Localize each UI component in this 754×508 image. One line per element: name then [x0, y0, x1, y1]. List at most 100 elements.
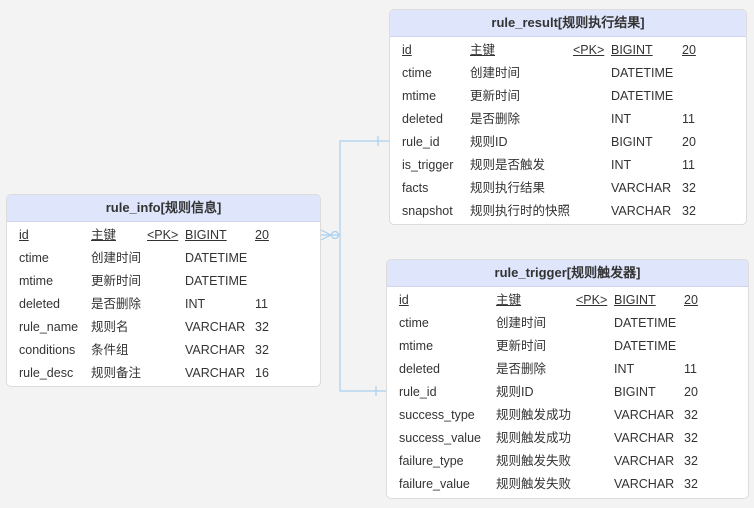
- table-rule-info[interactable]: rule_info[规则信息] id 主键 <PK> BIGINT 20 ctime 创建时…: [6, 194, 321, 387]
- column-type: DATETIME: [614, 339, 677, 353]
- table-rule-result[interactable]: rule_result[规则执行结果] id 主键 <PK> BIGINT 20 ctim…: [389, 9, 747, 225]
- column-row[interactable]: deleted 是否删除 INT 11: [387, 358, 748, 381]
- column-length: 32: [684, 454, 698, 468]
- column-type: VARCHAR: [185, 366, 246, 380]
- column-type: VARCHAR: [614, 408, 675, 422]
- column-name: failure_type: [399, 454, 464, 468]
- column-row[interactable]: facts 规则执行结果 VARCHAR 32: [390, 177, 746, 200]
- column-row[interactable]: failure_type 规则触发失败 VARCHAR 32: [387, 450, 748, 473]
- table-rule-trigger[interactable]: rule_trigger[规则触发器] id 主键 <PK> BIGINT 20 ctim…: [386, 259, 749, 499]
- column-list: id 主键 <PK> BIGINT 20 ctime 创建时间 DATETIME mtime 更新…: [7, 222, 320, 385]
- column-type: INT: [614, 362, 635, 376]
- er-diagram-canvas: rule_info[规则信息] id 主键 <PK> BIGINT 20 ctime 创建时…: [0, 0, 754, 508]
- column-type: BIGINT: [614, 293, 656, 307]
- column-type: BIGINT: [185, 228, 227, 242]
- column-name: id: [402, 43, 412, 57]
- column-comment: 更新时间: [470, 89, 521, 103]
- column-name: mtime: [402, 89, 437, 103]
- column-length: 32: [255, 320, 269, 334]
- column-length: 20: [684, 293, 698, 307]
- column-row[interactable]: rule_id 规则ID BIGINT 20: [387, 381, 748, 404]
- column-row[interactable]: deleted 是否删除 INT 11: [390, 108, 746, 131]
- column-type: DATETIME: [185, 274, 248, 288]
- column-name: is_trigger: [402, 158, 454, 172]
- column-row[interactable]: id 主键 <PK> BIGINT 20: [387, 289, 748, 312]
- column-row[interactable]: success_type 规则触发成功 VARCHAR 32: [387, 404, 748, 427]
- column-row[interactable]: snapshot 规则执行时的快照 VARCHAR 32: [390, 200, 746, 223]
- column-comment: 规则触发成功: [496, 408, 572, 422]
- column-comment: 更新时间: [496, 339, 547, 353]
- column-type: INT: [185, 297, 206, 311]
- table-title: rule_trigger[规则触发器]: [387, 260, 748, 287]
- column-type: VARCHAR: [614, 454, 675, 468]
- column-comment: 条件组: [91, 343, 129, 357]
- zero-marker: [330, 230, 340, 240]
- column-length: 16: [255, 366, 269, 380]
- column-name: conditions: [19, 343, 76, 357]
- column-name: deleted: [399, 362, 441, 376]
- column-type: VARCHAR: [611, 181, 672, 195]
- column-row[interactable]: id 主键 <PK> BIGINT 20: [7, 224, 320, 247]
- column-name: ctime: [402, 66, 432, 80]
- column-type: VARCHAR: [614, 477, 675, 491]
- column-comment: 主键: [470, 43, 496, 57]
- column-row[interactable]: conditions 条件组 VARCHAR 32: [7, 339, 320, 362]
- column-name: facts: [402, 181, 429, 195]
- relation-line-rule-result: [321, 140, 390, 236]
- column-name: rule_id: [402, 135, 440, 149]
- column-length: 11: [255, 297, 268, 311]
- column-name: mtime: [399, 339, 434, 353]
- column-type: BIGINT: [611, 135, 653, 149]
- column-comment: 规则执行时的快照: [470, 204, 571, 218]
- column-row[interactable]: rule_desc 规则备注 VARCHAR 16: [7, 362, 320, 385]
- column-row[interactable]: id 主键 <PK> BIGINT 20: [390, 39, 746, 62]
- column-comment: 规则ID: [470, 135, 508, 149]
- column-type: DATETIME: [611, 66, 674, 80]
- column-comment: 更新时间: [91, 274, 142, 288]
- column-length: 20: [255, 228, 269, 242]
- column-comment: 创建时间: [496, 316, 547, 330]
- column-type: VARCHAR: [611, 204, 672, 218]
- column-name: rule_name: [19, 320, 79, 334]
- column-type: VARCHAR: [185, 320, 246, 334]
- column-key: <PK>: [573, 43, 605, 57]
- column-length: 20: [682, 43, 696, 57]
- column-row[interactable]: ctime 创建时间 DATETIME: [390, 62, 746, 85]
- column-comment: 规则名: [91, 320, 129, 334]
- column-comment: 规则执行结果: [470, 181, 546, 195]
- column-row[interactable]: deleted 是否删除 INT 11: [7, 293, 320, 316]
- column-list: id 主键 <PK> BIGINT 20 ctime 创建时间 DATETIME mtime 更新…: [390, 37, 746, 223]
- column-row[interactable]: mtime 更新时间 DATETIME: [7, 270, 320, 293]
- column-name: id: [399, 293, 409, 307]
- column-row[interactable]: rule_id 规则ID BIGINT 20: [390, 131, 746, 154]
- column-row[interactable]: mtime 更新时间 DATETIME: [390, 85, 746, 108]
- column-comment: 是否删除: [496, 362, 547, 376]
- column-comment: 规则触发失败: [496, 454, 572, 468]
- column-row[interactable]: rule_name 规则名 VARCHAR 32: [7, 316, 320, 339]
- column-comment: 创建时间: [91, 251, 142, 265]
- column-length: 32: [255, 343, 269, 357]
- column-comment: 创建时间: [470, 66, 521, 80]
- column-type: VARCHAR: [614, 431, 675, 445]
- column-name: mtime: [19, 274, 54, 288]
- column-length: 32: [684, 408, 698, 422]
- column-row[interactable]: success_value 规则触发成功 VARCHAR 32: [387, 427, 748, 450]
- column-comment: 规则备注: [91, 366, 142, 380]
- column-row[interactable]: ctime 创建时间 DATETIME: [7, 247, 320, 270]
- column-name: id: [19, 228, 29, 242]
- column-length: 11: [682, 158, 695, 172]
- column-comment: 是否删除: [470, 112, 521, 126]
- column-comment: 规则ID: [496, 385, 534, 399]
- table-title: rule_info[规则信息]: [7, 195, 320, 222]
- column-length: 32: [682, 181, 696, 195]
- column-row[interactable]: failure_value 规则触发失败 VARCHAR 32: [387, 473, 748, 496]
- column-type: INT: [611, 158, 632, 172]
- column-row[interactable]: ctime 创建时间 DATETIME: [387, 312, 748, 335]
- column-length: 11: [682, 112, 695, 126]
- column-row[interactable]: is_trigger 规则是否触发 INT 11: [390, 154, 746, 177]
- column-type: VARCHAR: [185, 343, 246, 357]
- column-name: deleted: [402, 112, 444, 126]
- column-name: success_type: [399, 408, 475, 422]
- column-row[interactable]: mtime 更新时间 DATETIME: [387, 335, 748, 358]
- column-name: rule_desc: [19, 366, 74, 380]
